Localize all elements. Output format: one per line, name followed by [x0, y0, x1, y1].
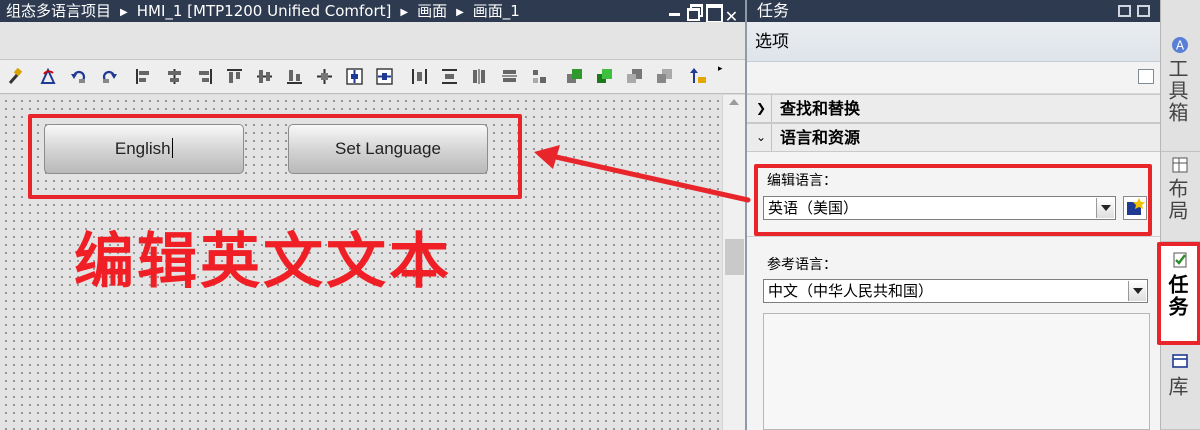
rotate-cw-icon[interactable] [101, 68, 118, 85]
options-bar[interactable]: 选项 [747, 22, 1162, 62]
send-to-back-icon[interactable] [656, 68, 673, 85]
section-divider [771, 124, 772, 151]
breadcrumb-device[interactable]: HMI_1 [MTP1200 Unified Comfort] [137, 0, 392, 22]
align-left-icon[interactable] [135, 68, 152, 85]
toolbox-icon: A [1172, 37, 1188, 53]
reference-language-select[interactable]: 中文（中华人民共和国） [763, 279, 1148, 303]
distribute-vertical-icon[interactable] [441, 68, 458, 85]
scrollbar-thumb[interactable] [725, 239, 744, 275]
task-card-controls [1112, 0, 1150, 22]
layout-icon [1172, 157, 1188, 173]
align-bottom-icon[interactable] [286, 68, 303, 85]
task-card-title-bar: 任务 [747, 0, 1162, 22]
scroll-up-icon[interactable] [729, 99, 739, 105]
canvas-vertical-scrollbar[interactable] [722, 95, 745, 430]
restore-icon[interactable] [686, 0, 703, 22]
annotation-text: 编辑英文文本 [74, 227, 452, 297]
canvas-highlight-box [28, 114, 522, 199]
distribute-horizontal-icon[interactable] [411, 68, 428, 85]
align-right-icon[interactable] [196, 68, 213, 85]
side-tab-strip: A 工具箱 布局 任务 库 [1157, 0, 1200, 430]
same-size-icon[interactable] [531, 68, 548, 85]
editor-toolbar: ▸ [0, 60, 745, 94]
same-width-icon[interactable] [501, 68, 518, 85]
breadcrumb-screens[interactable]: 画面 [417, 0, 447, 22]
collapse-panel-icon[interactable] [1137, 5, 1150, 17]
minimize-icon[interactable] [667, 0, 682, 22]
breadcrumb-screen[interactable]: 画面_1 [473, 0, 520, 22]
breadcrumb-separator-icon: ▶ [456, 7, 464, 18]
section-find-replace[interactable]: ❯ 查找和替换 [747, 94, 1162, 123]
task-card: 任务 选项 ❯ 查找和替换 ⌄ 语言和资源 编辑语言： 英语（美国） 参考语言：… [745, 0, 1162, 430]
breadcrumb-separator-icon: ▶ [400, 7, 409, 18]
send-backward-icon[interactable] [626, 68, 643, 85]
section-divider [771, 95, 772, 122]
align-center-icon[interactable] [166, 68, 183, 85]
align-middle-icon[interactable] [256, 68, 273, 85]
tab-library[interactable]: 库 [1161, 344, 1200, 430]
breadcrumb-project[interactable]: 组态多语言项目 [6, 0, 111, 22]
tab-library-label: 库 [1165, 376, 1189, 398]
tia-portal-window: 组态多语言项目 ▶ HMI_1 [MTP1200 Unified Comfort] ▶… [0, 0, 1200, 430]
float-panel-icon[interactable] [1118, 5, 1131, 17]
tab-toolbox-label: 工具箱 [1165, 58, 1189, 124]
tab-layout-label: 布局 [1165, 178, 1189, 222]
reference-language-label: 参考语言： [767, 257, 837, 273]
breadcrumb-separator-icon: ▶ [120, 7, 128, 18]
reference-text-area [763, 313, 1150, 430]
chevron-right-icon[interactable]: ❯ [753, 95, 769, 122]
section-languages-resources-label: 语言和资源 [780, 128, 861, 147]
panel-layout-icon[interactable] [1138, 69, 1154, 84]
section-languages-resources[interactable]: ⌄ 语言和资源 [747, 123, 1162, 152]
reference-language-value: 中文（中华人民共和国） [768, 282, 934, 300]
center-plus-icon[interactable] [316, 68, 333, 85]
breadcrumb: 组态多语言项目 ▶ HMI_1 [MTP1200 Unified Comfort] ▶… [6, 0, 520, 22]
editor-title-bar: 组态多语言项目 ▶ HMI_1 [MTP1200 Unified Comfort] ▶… [0, 0, 745, 22]
options-toolbar [747, 62, 1162, 94]
section-separator [747, 236, 1162, 237]
options-label: 选项 [755, 32, 789, 52]
toolbar-more-icon[interactable]: ▸ [718, 64, 723, 74]
center-vertical-icon[interactable] [376, 68, 393, 85]
editor-window-controls: ✕ [663, 0, 739, 22]
chevron-down-icon[interactable]: ⌄ [753, 124, 769, 151]
align-top-icon[interactable] [226, 68, 243, 85]
editor-header-strip [0, 22, 745, 60]
bring-forward-icon[interactable] [596, 68, 613, 85]
tasks-tab-highlight-box [1157, 242, 1200, 345]
edit-language-highlight-box [754, 164, 1152, 236]
screen-editor: 组态多语言项目 ▶ HMI_1 [MTP1200 Unified Comfort] ▶… [0, 0, 745, 430]
same-height-icon[interactable] [471, 68, 488, 85]
bring-to-front-icon[interactable] [566, 68, 583, 85]
section-find-replace-label: 查找和替换 [780, 99, 861, 118]
svg-text:A: A [1176, 39, 1185, 53]
tab-order-icon[interactable] [690, 68, 707, 85]
tab-toolbox[interactable]: A 工具箱 [1161, 30, 1200, 152]
format-painter-icon[interactable] [6, 68, 23, 85]
close-icon[interactable]: ✕ [724, 6, 739, 22]
task-card-title: 任务 [757, 1, 790, 20]
dropdown-arrow-icon[interactable] [1128, 281, 1146, 301]
center-horizontal-icon[interactable] [346, 68, 363, 85]
maximize-icon[interactable] [705, 0, 723, 22]
rotate-ccw-icon[interactable] [70, 68, 87, 85]
tab-layout[interactable]: 布局 [1161, 152, 1200, 242]
rotate-left-icon[interactable] [40, 68, 57, 85]
library-icon [1172, 354, 1188, 368]
